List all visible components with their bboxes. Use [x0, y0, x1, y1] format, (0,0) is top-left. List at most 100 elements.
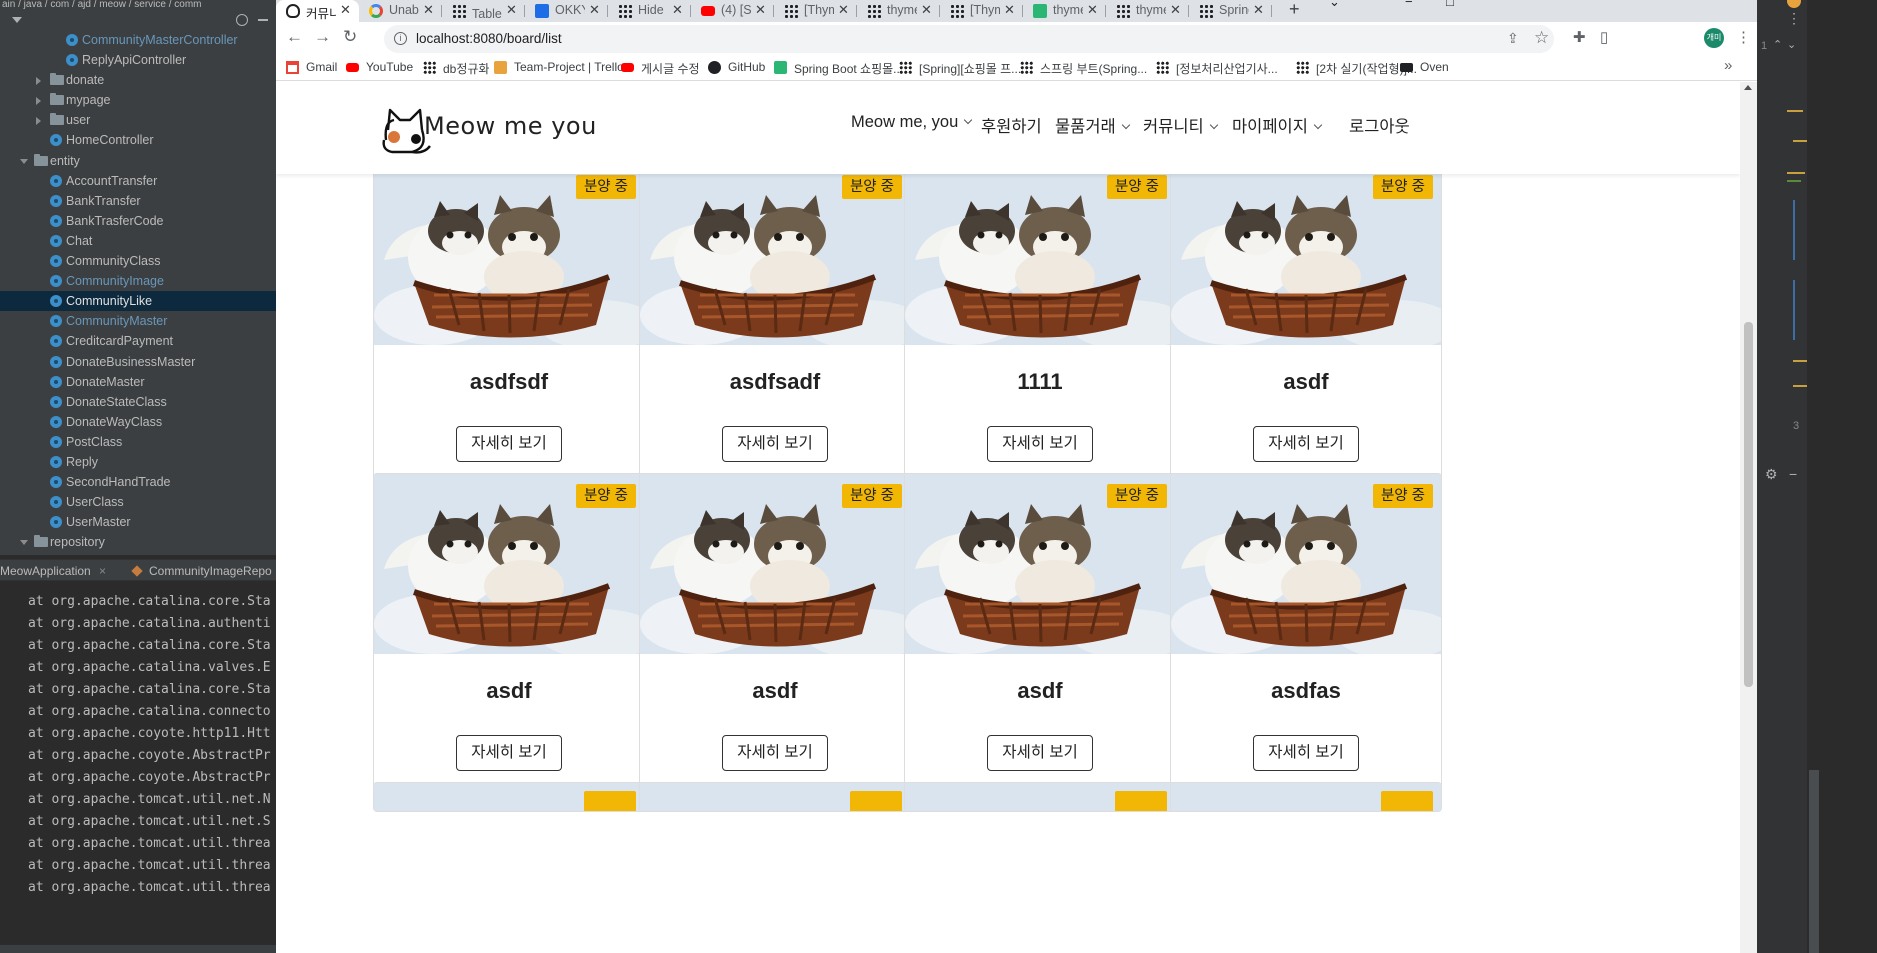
- close-icon[interactable]: ×: [99, 564, 106, 578]
- brand-name[interactable]: Meow me you: [424, 112, 597, 140]
- tree-item[interactable]: CreditcardPayment: [0, 331, 276, 351]
- close-tab-icon[interactable]: ✕: [755, 2, 766, 18]
- tree-item[interactable]: DonateStateClass: [0, 392, 276, 412]
- view-details-button[interactable]: 자세히 보기: [987, 426, 1093, 462]
- browser-tab[interactable]: thyme ✕: [1106, 0, 1189, 22]
- chrome-menu-icon[interactable]: ⋮: [1736, 28, 1751, 46]
- tree-item[interactable]: ReplyApiController: [0, 50, 276, 70]
- tree-item[interactable]: AccountTransfer: [0, 171, 276, 191]
- close-tab-icon[interactable]: ✕: [589, 2, 600, 18]
- minimize-window-icon[interactable]: −: [1405, 0, 1413, 9]
- chevron-down-icon[interactable]: [20, 540, 28, 546]
- nav-item[interactable]: Meow me, you: [851, 113, 973, 132]
- tree-item[interactable]: repository: [0, 532, 276, 552]
- tree-item[interactable]: DonateMaster: [0, 372, 276, 392]
- chevron-down-icon[interactable]: [20, 158, 28, 164]
- tab-search-icon[interactable]: ⌄: [1329, 0, 1340, 10]
- tree-item[interactable]: donate: [0, 70, 276, 90]
- tree-item[interactable]: Chat: [0, 231, 276, 251]
- browser-tab[interactable]: [Thym ✕: [940, 0, 1023, 22]
- close-tab-icon[interactable]: ✕: [1253, 2, 1264, 18]
- close-tab-icon[interactable]: ✕: [921, 2, 932, 18]
- scroll-up-icon[interactable]: [1744, 85, 1752, 90]
- view-details-button[interactable]: 자세히 보기: [722, 426, 828, 462]
- tree-item[interactable]: mypage: [0, 90, 276, 110]
- tree-item[interactable]: CommunityImage: [0, 271, 276, 291]
- tree-item[interactable]: HomeController: [0, 130, 276, 150]
- browser-tab[interactable]: 커뮤니 ✕: [276, 0, 359, 22]
- browser-tab[interactable]: Unable ✕: [359, 0, 442, 22]
- browser-tab[interactable]: OKKY ✕: [525, 0, 608, 22]
- chevron-up-icon[interactable]: ⌃: [1773, 38, 1782, 51]
- extensions-puzzle-icon[interactable]: ✚: [1573, 28, 1586, 46]
- tree-item[interactable]: BankTrasferCode: [0, 211, 276, 231]
- site-info-icon[interactable]: i: [394, 32, 407, 45]
- bookmark-star-icon[interactable]: ☆: [1534, 28, 1549, 48]
- close-tab-icon[interactable]: ✕: [340, 2, 351, 18]
- view-details-button[interactable]: 자세히 보기: [987, 735, 1093, 771]
- view-details-button[interactable]: 자세히 보기: [1253, 735, 1359, 771]
- run-tab-meowapplication[interactable]: MeowApplication: [0, 564, 91, 578]
- run-tab-communityimagerepo[interactable]: CommunityImageRepo: [149, 564, 272, 578]
- tree-item[interactable]: SecondHandTrade: [0, 472, 276, 492]
- share-icon[interactable]: ⇪: [1507, 30, 1519, 47]
- hide-panel-icon[interactable]: −: [1789, 466, 1797, 482]
- close-tab-icon[interactable]: ✕: [423, 2, 434, 18]
- browser-tab[interactable]: Spring ✕: [1189, 0, 1272, 22]
- collapse-icon[interactable]: [12, 17, 22, 23]
- nav-item[interactable]: 커뮤니티: [1143, 113, 1218, 137]
- chevron-right-icon[interactable]: [36, 117, 41, 126]
- nav-item[interactable]: 마이페이지: [1232, 113, 1323, 137]
- scrollbar-thumb[interactable]: [1744, 322, 1753, 687]
- target-icon[interactable]: [236, 14, 248, 26]
- close-tab-icon[interactable]: ✕: [1170, 2, 1181, 18]
- minimize-icon[interactable]: [258, 19, 268, 21]
- browser-tab[interactable]: Hide : ✕: [608, 0, 691, 22]
- url-text[interactable]: localhost:8080/board/list: [416, 31, 562, 46]
- view-details-button[interactable]: 자세히 보기: [1253, 426, 1359, 462]
- tree-item[interactable]: Reply: [0, 452, 276, 472]
- tree-item[interactable]: CommunityMaster: [0, 311, 276, 331]
- browser-tab[interactable]: Table을 ✕: [442, 0, 525, 22]
- tree-item[interactable]: CommunityClass: [0, 251, 276, 271]
- forward-arrow-icon[interactable]: →: [314, 27, 331, 47]
- bookmarks-overflow-icon[interactable]: »: [1724, 57, 1732, 74]
- browser-tab[interactable]: thyme ✕: [857, 0, 940, 22]
- more-vert-icon[interactable]: ⋮: [1787, 10, 1801, 27]
- tree-item[interactable]: UserClass: [0, 492, 276, 512]
- close-tab-icon[interactable]: ✕: [838, 2, 849, 18]
- new-tab-button[interactable]: +: [1289, 0, 1300, 20]
- back-arrow-icon[interactable]: ←: [286, 27, 303, 47]
- editor-scrollbar[interactable]: [1809, 770, 1819, 953]
- nav-item[interactable]: 물품거래: [1055, 113, 1130, 137]
- close-tab-icon[interactable]: ✕: [506, 2, 517, 18]
- console-scrollbar[interactable]: [0, 945, 276, 953]
- chevron-right-icon[interactable]: [36, 97, 41, 106]
- address-bar[interactable]: i localhost:8080/board/list ⇪ ☆: [384, 25, 1554, 53]
- close-tab-icon[interactable]: ✕: [1087, 2, 1098, 18]
- tree-item[interactable]: user: [0, 110, 276, 130]
- tree-item[interactable]: DonateBusinessMaster: [0, 352, 276, 372]
- tree-item[interactable]: UserMaster: [0, 512, 276, 532]
- tree-item[interactable]: PostClass: [0, 432, 276, 452]
- view-details-button[interactable]: 자세히 보기: [456, 735, 562, 771]
- browser-tab[interactable]: (4) [Sp ✕: [691, 0, 774, 22]
- tree-item[interactable]: entity: [0, 151, 276, 171]
- close-tab-icon[interactable]: ✕: [672, 2, 683, 18]
- maximize-window-icon[interactable]: □: [1446, 0, 1454, 9]
- nav-item[interactable]: 후원하기: [981, 113, 1042, 137]
- view-details-button[interactable]: 자세히 보기: [722, 735, 828, 771]
- gear-icon[interactable]: ⚙: [1765, 466, 1778, 483]
- browser-tab[interactable]: [Thyme ✕: [774, 0, 857, 22]
- chevron-down-icon[interactable]: ⌄: [1787, 38, 1796, 51]
- close-tab-icon[interactable]: ✕: [1004, 2, 1015, 18]
- chevron-right-icon[interactable]: [36, 77, 41, 86]
- tree-item[interactable]: BankTransfer: [0, 191, 276, 211]
- tree-item[interactable]: DonateWayClass: [0, 412, 276, 432]
- page-scrollbar[interactable]: [1740, 82, 1757, 953]
- view-details-button[interactable]: 자세히 보기: [456, 426, 562, 462]
- tree-item[interactable]: CommunityMasterController: [0, 30, 276, 50]
- side-panel-icon[interactable]: ▯: [1600, 28, 1608, 46]
- tree-item[interactable]: CommunityLike: [0, 291, 276, 312]
- reload-icon[interactable]: ↻: [343, 27, 357, 47]
